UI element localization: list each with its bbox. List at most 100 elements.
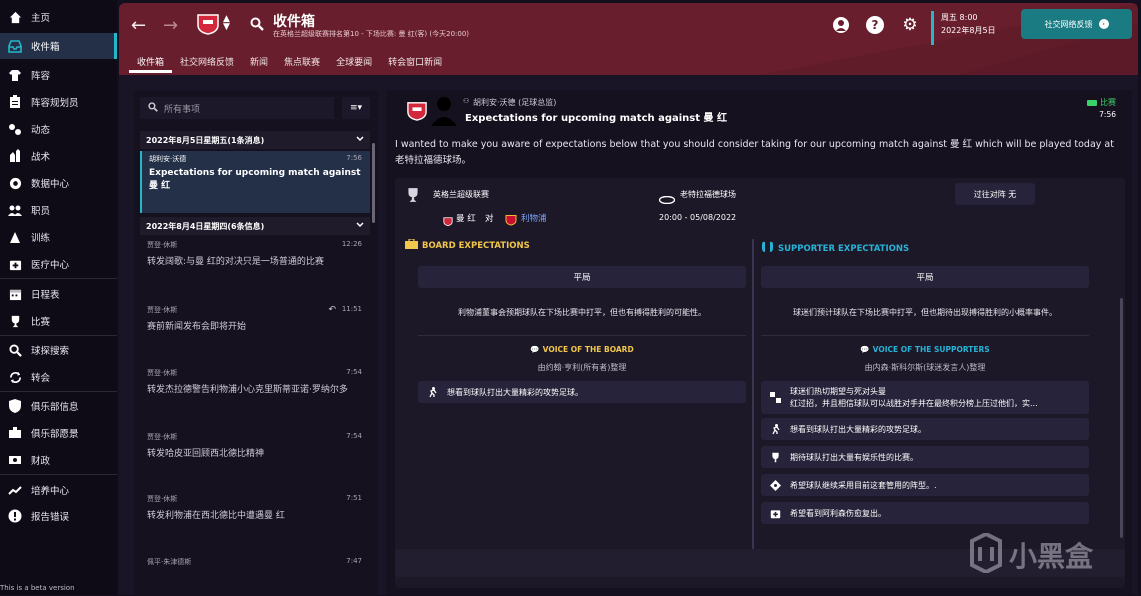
sidebar-item-dynamics[interactable]: 动态 (0, 116, 117, 142)
filter-icon: ≡▾ (349, 103, 363, 113)
inbox-item[interactable]: 贾登·休斯 7:51 转发利物浦在西北德比中遭遇曼 红 (140, 494, 370, 554)
sidebar-item-report-bug[interactable]: 报告错误 (0, 503, 117, 529)
sidebar-item-medical[interactable]: 医疗中心 (0, 251, 117, 277)
filter-menu-button[interactable]: ≡▾ (342, 97, 370, 119)
inbox-item[interactable]: 贾登·休斯 ↶ 11:51 赛前新闻发布会即将开始 (140, 305, 370, 365)
sidebar-item-finances[interactable]: 财政 (0, 447, 117, 473)
inbox-item-time: 7:51 (346, 494, 362, 502)
supporter-title-label: SUPPORTER EXPECTATIONS (778, 243, 910, 254)
social-feedback-button[interactable]: 社交网络反馈 › (1021, 9, 1132, 39)
sidebar-item-squad-planner[interactable]: 阵容规划员 (0, 89, 117, 115)
search-icon[interactable] (250, 16, 264, 35)
divider (761, 335, 1089, 336)
sidebar-item-label: 阵容 (31, 71, 51, 82)
inbox-item[interactable]: 贾登·休斯 7:54 转发哈皮亚回顾西北德比精神 (140, 432, 370, 492)
sidebar-item-label: 财政 (31, 456, 51, 467)
shirt-icon (8, 68, 22, 82)
watermark: 小黑盒 (969, 531, 1093, 577)
message-tag-label: 比赛 (1100, 98, 1116, 107)
inbox-group-header[interactable]: 2022年8月4日星期四(6条信息) (140, 217, 370, 235)
tab-transfer-window-news[interactable]: 转会窗口新闻 (380, 51, 450, 73)
beta-notice: This is a beta version (0, 584, 75, 592)
inbox-group-label: 2022年8月4日星期四(6条信息) (146, 221, 265, 231)
supporter-voice-row: 球迷们热切期望与死对头曼 红过招，并且相信球队可以战胜对手并在最终积分榜上压过他… (761, 381, 1089, 414)
tab-social-feed[interactable]: 社交网络反馈 (172, 51, 242, 73)
inbox-item-time: 7:56 (346, 154, 362, 162)
sidebar-item-inbox[interactable]: 收件箱 (0, 33, 117, 59)
away-team[interactable]: 利物浦 (521, 212, 547, 224)
main-content: 所有事项 ≡▾ 2022年8月5日星期五(1条消息) 胡利安·沃德 7:56 E… (119, 75, 1138, 596)
sidebar-item-label: 比赛 (31, 317, 51, 328)
inbox-item-selected[interactable]: 胡利安·沃德 7:56 Expectations for upcoming ma… (140, 151, 370, 213)
club-crest-icon (406, 101, 428, 125)
medical-icon (768, 508, 782, 519)
inbox-item[interactable]: 佩平·朱津德斯 7:47 (140, 557, 370, 587)
sidebar-item-staff[interactable]: 职员 (0, 197, 117, 223)
inbox-item[interactable]: 贾登·休斯 12:26 转发阔歌:与曼 红的对决只是一场普通的比赛 (140, 240, 370, 300)
board-expectation-result: 平局 (418, 266, 746, 288)
sidebar-item-transfers[interactable]: 转会 (0, 364, 117, 390)
sidebar-item-matches[interactable]: 比赛 (0, 308, 117, 334)
search-icon (148, 101, 158, 115)
manager-profile-icon[interactable] (832, 16, 850, 34)
tab-news[interactable]: 新闻 (242, 51, 276, 73)
sidebar-item-schedule[interactable]: 日程表 (0, 281, 117, 307)
sidebar-item-data-hub[interactable]: 数据中心 (0, 170, 117, 196)
inbox-list-panel: 所有事项 ≡▾ 2022年8月5日星期五(1条消息) 胡利安·沃德 7:56 E… (134, 91, 378, 596)
inbox-item-sender: 胡利安·沃德 (149, 155, 187, 163)
inbox-scrollbar[interactable] (372, 143, 375, 223)
header: ← → ▲ ▼ 收件箱 在英格兰超级联赛排名第10 - 下场比赛: 曼 红(客) … (119, 3, 1138, 75)
sidebar-item-label: 培养中心 (31, 486, 70, 497)
sidebar-item-label: 主页 (31, 13, 51, 24)
inbox-item-subject: Expectations for upcoming match against … (149, 168, 361, 191)
sidebar-item-training[interactable]: 训练 (0, 224, 117, 250)
forward-button[interactable]: → (163, 15, 178, 36)
gear-icon[interactable]: ⚙ (901, 15, 919, 35)
sidebar-item-label: 转会 (31, 373, 51, 384)
inbox-group-header[interactable]: 2022年8月5日星期五(1条消息) (140, 131, 370, 149)
inbox-search-input[interactable]: 所有事项 (140, 97, 334, 119)
trophy-icon (405, 186, 421, 208)
sidebar-item-label: 报告错误 (31, 512, 70, 523)
voice-of-board-title: 💬 VOICE OF THE BOARD (418, 345, 746, 354)
away-crest-icon (505, 211, 517, 230)
competition-name: 英格兰超级联赛 (433, 190, 489, 199)
sidebar-item-club-info[interactable]: 俱乐部信息 (0, 393, 117, 419)
sidebar-item-squad[interactable]: 阵容 (0, 62, 117, 88)
chevron-down-icon (356, 221, 364, 230)
sidebar-item-label: 数据中心 (31, 179, 70, 190)
shield-icon (8, 399, 22, 413)
home-team[interactable]: 曼 红 (456, 212, 476, 224)
supporter-expectation-result: 平局 (761, 266, 1089, 288)
tab-inbox[interactable]: 收件箱 (129, 51, 173, 73)
kickoff-time: 20:00 - 05/08/2022 (659, 213, 737, 222)
venue-name: 老特拉福德球场 (680, 190, 736, 199)
speech-icon: 💬 (530, 345, 540, 354)
formation-icon (768, 479, 782, 491)
search-placeholder: 所有事项 (164, 104, 201, 115)
sidebar-item-club-vision[interactable]: 俱乐部愿景 (0, 420, 117, 446)
sidebar-item-tactics[interactable]: 战术 (0, 143, 117, 169)
tab-focus-leagues[interactable]: 焦点联赛 (276, 51, 328, 73)
voice-of-supporters-author: 由内森·斯科尔斯(球迷发言人)整理 (864, 363, 986, 372)
club-switch-chevrons-icon[interactable]: ▲ ▼ (223, 15, 230, 32)
sidebar-item-home[interactable]: 主页 (0, 4, 117, 30)
board-voice-text: 想看到球队打出大量精彩的攻势足球。 (447, 387, 583, 397)
versus-label: 对 (485, 214, 494, 224)
voice-of-board-label: VOICE OF THE BOARD (542, 345, 634, 354)
board-voice-row: 想看到球队打出大量精彩的攻势足球。 (418, 381, 746, 403)
tactics-icon (8, 149, 22, 163)
page-title: 收件箱 (273, 14, 315, 30)
help-icon[interactable]: ? (866, 16, 884, 34)
sidebar-item-development[interactable]: 培养中心 (0, 477, 117, 503)
inbox-item-time: 7:47 (346, 557, 362, 565)
sidebar-item-scouting[interactable]: 球探搜索 (0, 337, 117, 363)
back-button[interactable]: ← (131, 15, 146, 36)
supporter-voice-row: 希望球队继续采用目前这套管用的阵型。. (761, 474, 1089, 496)
previous-meetings[interactable]: 过往对阵 无 (955, 183, 1035, 205)
dynamics-icon (8, 122, 22, 136)
tab-world-news[interactable]: 全球要闻 (328, 51, 380, 73)
training-icon (8, 230, 22, 244)
detail-scrollbar[interactable] (1120, 298, 1123, 538)
inbox-item[interactable]: 贾登·休斯 7:54 转发杰拉德警告利物浦小心克里斯蒂亚诺·罗纳尔多 (140, 368, 370, 428)
